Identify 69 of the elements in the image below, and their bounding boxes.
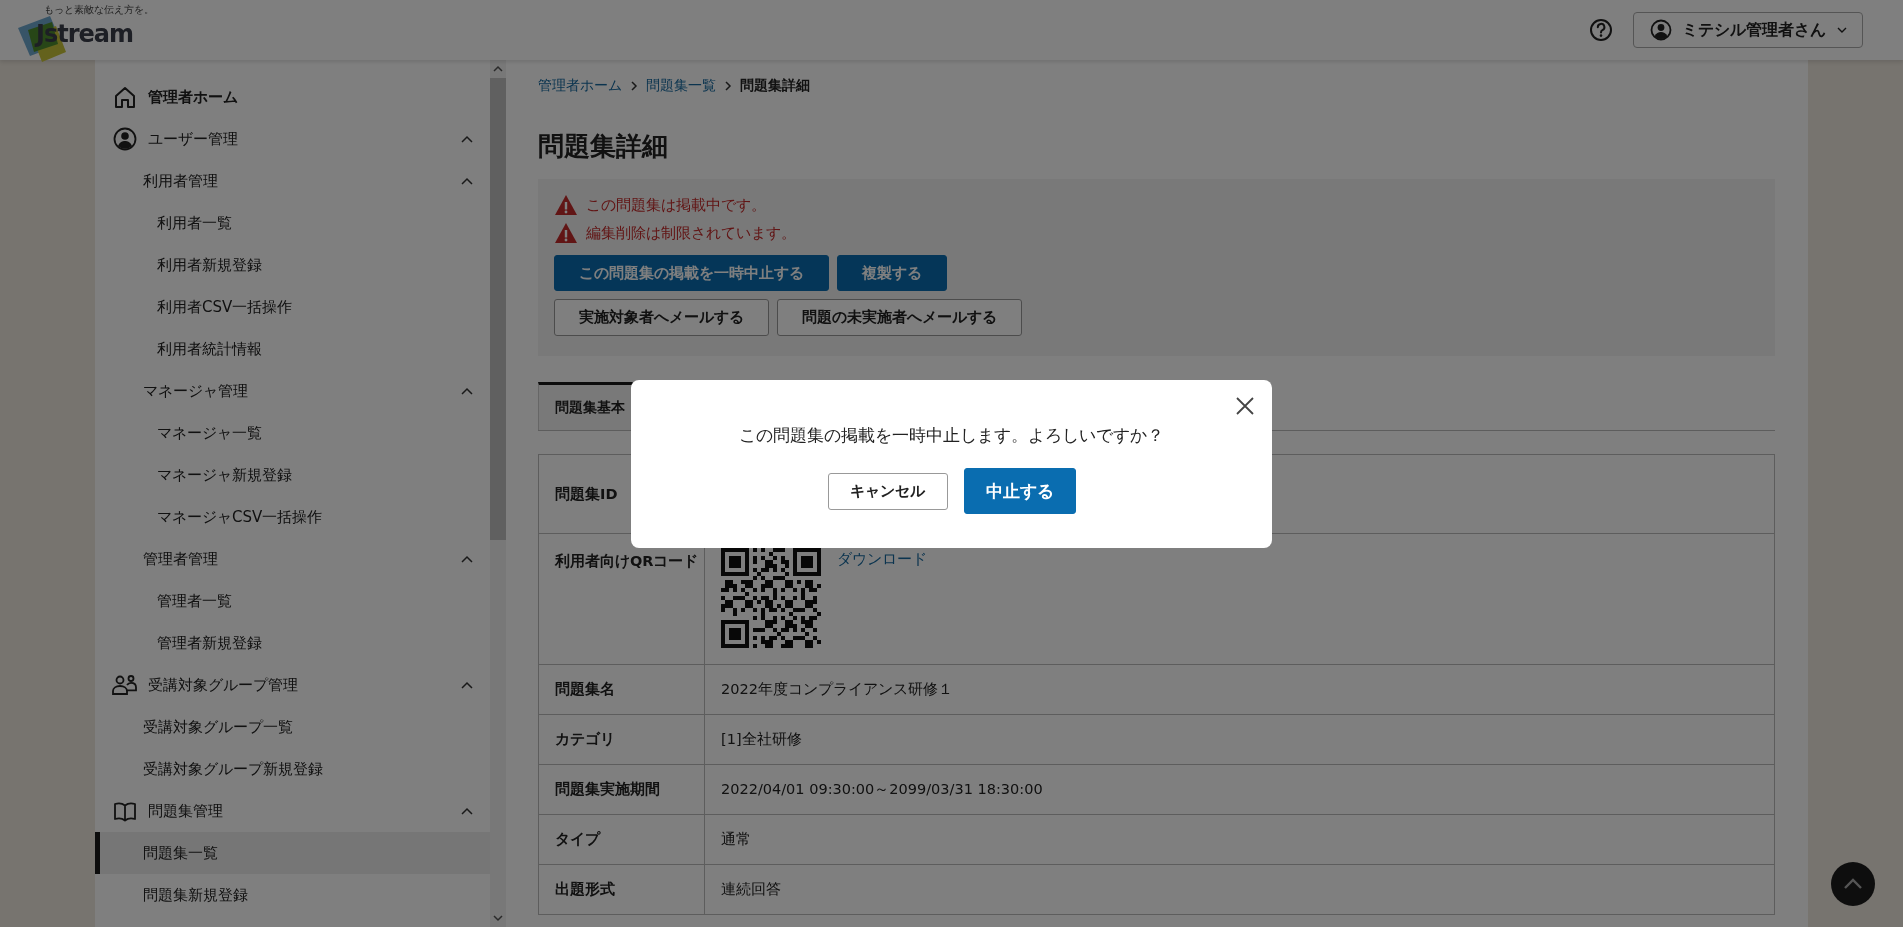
sidebar-item[interactable]: 受講対象グループ一覧 — [95, 706, 490, 748]
sidebar-item[interactable]: マネージャ新規登録 — [95, 454, 490, 496]
sidebar-item[interactable]: 管理者一覧 — [95, 580, 490, 622]
row-value-text: 2022/04/01 09:30:00～2099/03/31 18:30:00 — [721, 780, 1043, 799]
collapse-icon[interactable] — [460, 175, 474, 187]
home-icon — [113, 85, 137, 109]
caret-icon — [1836, 25, 1848, 35]
cancel-button[interactable]: キャンセル — [827, 472, 948, 510]
logo-tagline: もっと素敵な伝え方を。 — [44, 4, 154, 16]
sidebar-item[interactable]: マネージャ管理 — [95, 370, 490, 412]
row-label: 出題形式 — [539, 865, 705, 914]
action-button[interactable]: 複製する — [837, 255, 947, 291]
chevron-icon — [630, 81, 638, 91]
breadcrumb-current: 問題集詳細 — [740, 77, 810, 95]
group-icon — [112, 674, 138, 696]
user-menu[interactable]: ミテシル管理者さん — [1633, 12, 1863, 48]
collapse-icon[interactable] — [460, 553, 474, 565]
close-icon — [1235, 396, 1255, 416]
row-label: 問題集名 — [539, 665, 705, 714]
sidebar-item[interactable]: 管理者管理 — [95, 538, 490, 580]
row-value-text: 通常 — [721, 830, 751, 849]
page-title: 問題集詳細 — [538, 130, 669, 163]
row-value-text: [1]全社研修 — [721, 730, 802, 749]
sidebar-item[interactable]: 管理者新規登録 — [95, 622, 490, 664]
sidebar-item[interactable]: 利用者管理 — [95, 160, 490, 202]
collapse-icon[interactable] — [460, 133, 474, 145]
collapse-icon[interactable] — [460, 805, 474, 817]
action-button[interactable]: この問題集の掲載を一時中止する — [554, 255, 829, 291]
book-icon — [113, 800, 137, 822]
sidebar-item[interactable]: 利用者CSV一括操作 — [95, 286, 490, 328]
sidebar-item[interactable]: ユーザー管理 — [95, 118, 490, 160]
action-button[interactable]: 問題の未実施者へメールする — [777, 299, 1022, 336]
warning-text: この問題集は掲載中です。 — [586, 195, 766, 215]
row-label: タイプ — [539, 815, 705, 864]
sidebar-item[interactable]: 利用者統計情報 — [95, 328, 490, 370]
row-label: カテゴリ — [539, 715, 705, 764]
user-icon — [1650, 19, 1672, 41]
help-icon[interactable] — [1589, 18, 1613, 42]
sidebar-item[interactable]: 利用者新規登録 — [95, 244, 490, 286]
collapse-icon[interactable] — [460, 679, 474, 691]
sidebar-item[interactable]: 受講対象グループ新規登録 — [95, 748, 490, 790]
sidebar-item[interactable]: 問題集新規登録 — [95, 874, 490, 916]
sidebar-item[interactable]: マネージャ一覧 — [95, 412, 490, 454]
sidebar-item[interactable]: 問題集一覧 — [95, 832, 490, 874]
warning-icon — [554, 222, 578, 244]
action-button[interactable]: 実施対象者へメールする — [554, 299, 769, 336]
confirm-button[interactable]: 中止する — [963, 468, 1076, 514]
chevron-icon — [724, 81, 732, 91]
row-label: 問題集実施期間 — [539, 765, 705, 814]
scroll-down-icon[interactable] — [492, 913, 504, 923]
row-value-text: 2022年度コンプライアンス研修１ — [721, 680, 953, 699]
scrollbar[interactable] — [490, 60, 506, 927]
user-icon — [113, 127, 137, 151]
sidebar-item[interactable]: 問題集管理 — [95, 790, 490, 832]
warning-text: 編集削除は制限されています。 — [586, 223, 796, 243]
sidebar-item[interactable]: 管理者ホーム — [95, 76, 490, 118]
scroll-to-top-button[interactable] — [1831, 862, 1875, 906]
download-link[interactable]: ダウンロード — [837, 550, 927, 569]
chevron-up-icon — [1843, 878, 1863, 890]
sidebar-item[interactable]: マネージャCSV一括操作 — [95, 496, 490, 538]
breadcrumb-link[interactable]: 問題集一覧 — [646, 77, 716, 95]
breadcrumb-link[interactable]: 管理者ホーム — [538, 77, 622, 95]
scroll-up-icon[interactable] — [492, 64, 504, 74]
warning-icon — [554, 194, 578, 216]
sidebar-item[interactable]: 利用者一覧 — [95, 202, 490, 244]
dialog-message: この問題集の掲載を一時中止します。よろしいですか？ — [739, 424, 1164, 447]
row-value-text: 連続回答 — [721, 880, 781, 899]
sidebar-item[interactable]: 受講対象グループ管理 — [95, 664, 490, 706]
collapse-icon[interactable] — [460, 385, 474, 397]
